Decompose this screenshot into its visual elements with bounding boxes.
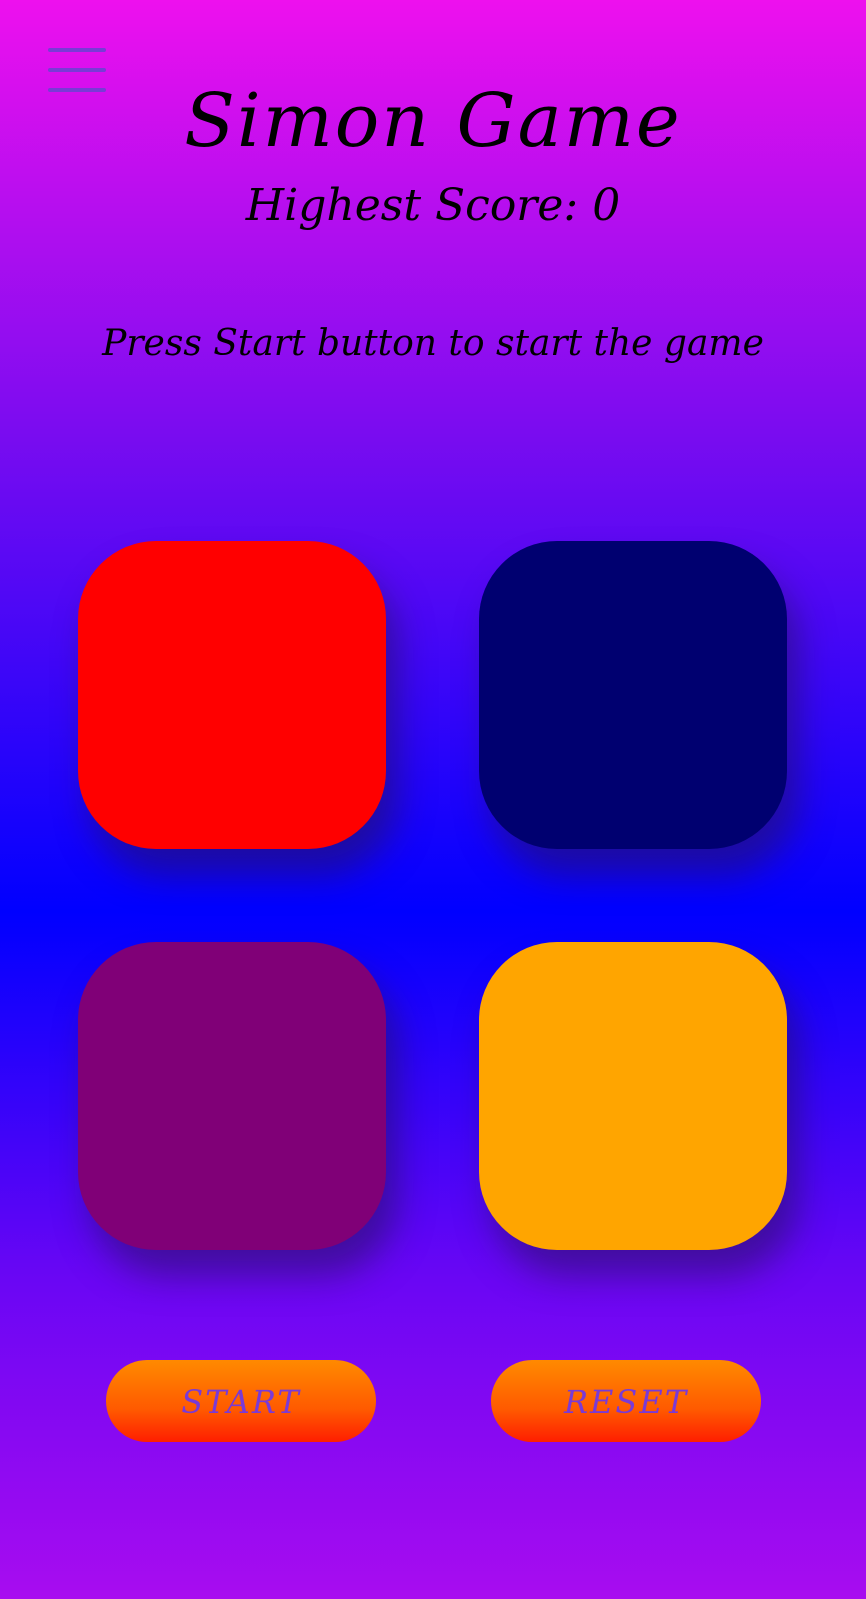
menu-line	[48, 68, 106, 72]
game-title: Simon Game	[184, 78, 682, 164]
red-pad[interactable]	[78, 541, 386, 849]
menu-line	[48, 48, 106, 52]
instruction-message: Press Start button to start the game	[102, 323, 764, 364]
reset-button[interactable]: RESET	[491, 1360, 761, 1442]
highest-score: Highest Score: 0	[245, 180, 621, 231]
navy-pad[interactable]	[479, 541, 787, 849]
purple-pad[interactable]	[78, 942, 386, 1250]
start-button[interactable]: START	[106, 1360, 376, 1442]
orange-pad[interactable]	[479, 942, 787, 1250]
